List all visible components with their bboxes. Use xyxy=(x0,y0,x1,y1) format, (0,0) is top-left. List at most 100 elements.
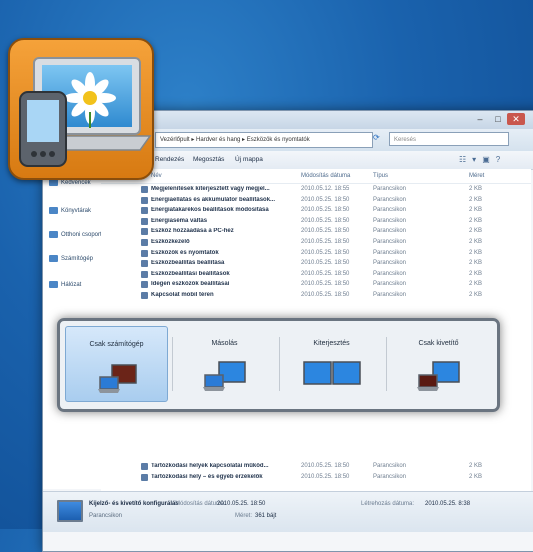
details-created-value: 2010.05.25. 8:38 xyxy=(425,501,471,507)
col-size[interactable]: Méret xyxy=(469,173,484,179)
file-type: Parancsikon xyxy=(373,217,407,224)
file-row[interactable]: Eszközkezelő 2010.05.25. 18:50 Parancsikon… xyxy=(101,237,531,248)
shortcut-icon xyxy=(141,207,148,215)
file-name: Eszközbeállítási beállítások xyxy=(151,270,230,277)
view-icons[interactable]: ☷▾▣? xyxy=(459,155,506,164)
file-row[interactable]: Eszköz hozzáadása a PC-hez 2010.05.25. 18… xyxy=(101,226,531,237)
file-date: 2010.05.25. 18:50 xyxy=(301,228,350,235)
file-size: 2 KB xyxy=(469,238,483,245)
file-date: 2010.05.25. 18:50 xyxy=(301,281,350,288)
duplicate-icon xyxy=(203,361,246,391)
organize-button[interactable]: Rendezés xyxy=(155,156,184,163)
close-button[interactable]: ✕ xyxy=(507,113,525,125)
shortcut-icon xyxy=(141,281,148,289)
file-row[interactable]: Eszközbeállítási beállítások 2010.05.25. … xyxy=(101,269,531,280)
option-computer-only[interactable]: Csak számítógép xyxy=(65,326,168,402)
extend-icon xyxy=(303,361,361,385)
file-type: Parancsikon xyxy=(373,291,407,298)
nav-item-network[interactable]: Hálózat xyxy=(49,281,81,288)
file-name: Megjelenítések kiterjesztett vagy megjel… xyxy=(151,186,270,192)
file-date: 2010.05.25. 18:50 xyxy=(301,260,350,267)
file-name: Energiaséma váltás xyxy=(151,217,208,224)
file-date: 2010.05.25. 18:50 xyxy=(301,207,350,214)
shortcut-icon xyxy=(141,217,148,225)
file-size: 2 KB xyxy=(469,270,483,277)
file-name: Energiatakarékos beállítások módosítása xyxy=(151,207,269,214)
file-type: Parancsikon xyxy=(373,463,407,469)
nav-item-homegroup[interactable]: Otthoni csoport xyxy=(49,231,102,238)
search-input[interactable]: Keresés xyxy=(389,132,509,146)
option-extend[interactable]: Kiterjesztés xyxy=(280,326,383,402)
shortcut-icon xyxy=(141,463,148,470)
file-date: 2010.05.25. 18:50 xyxy=(301,238,350,245)
file-size: 2 KB xyxy=(469,281,483,288)
file-type: Parancsikon xyxy=(373,249,407,256)
option-projector-only[interactable]: Csak kivetítő xyxy=(387,326,490,402)
project-display-switcher: Csak számítógép Másolás Kiterjesztés Csa… xyxy=(57,318,500,412)
file-name: Eszközbeállítás beállítása xyxy=(151,260,225,267)
file-size: 2 KB xyxy=(469,207,483,214)
file-date: 2010.05.25. 18:50 xyxy=(301,463,350,469)
file-type: Parancsikon xyxy=(373,196,407,203)
file-row[interactable]: Tartózkodási helyek kapcsolatai működ...… xyxy=(101,461,531,472)
file-type: Parancsikon xyxy=(373,186,407,192)
file-type: Parancsikon xyxy=(373,270,407,277)
nav-item-libraries[interactable]: Könyvtárak xyxy=(49,207,91,214)
shortcut-icon xyxy=(141,228,148,236)
file-name: Tartózkodási hely – és egyéb érzékelők xyxy=(151,473,263,480)
file-date: 2010.05.25. 18:50 xyxy=(301,270,350,277)
shortcut-icon xyxy=(141,260,148,268)
file-row[interactable]: Energiaellátás és akkumulátor beállításo… xyxy=(101,195,531,206)
mobility-center-app-icon[interactable] xyxy=(8,38,154,180)
network-icon xyxy=(49,281,58,288)
file-name: Kapcsolat mobil téren xyxy=(151,291,214,298)
file-size: 2 KB xyxy=(469,196,483,203)
refresh-icon[interactable]: ⟳ xyxy=(373,133,380,142)
file-date: 2010.05.25. 18:50 xyxy=(301,217,350,224)
file-date: 2010.05.25. 18:50 xyxy=(301,196,350,203)
nav-item-computer[interactable]: Számítógép xyxy=(49,255,93,262)
col-type[interactable]: Típus xyxy=(373,173,388,179)
file-size: 2 KB xyxy=(469,291,483,298)
minimize-button[interactable]: – xyxy=(471,113,489,125)
shortcut-icon xyxy=(141,270,148,278)
share-button[interactable]: Megosztás xyxy=(193,156,224,163)
file-name: Eszköz hozzáadása a PC-hez xyxy=(151,228,234,235)
file-row[interactable]: Eszközbeállítás beállítása 2010.05.25. 18… xyxy=(101,258,531,269)
shortcut-icon xyxy=(141,473,148,481)
file-size: 2 KB xyxy=(469,463,483,469)
file-row[interactable]: Tartózkodási hely – és egyéb érzékelők 20… xyxy=(101,472,531,483)
new-folder-button[interactable]: Új mappa xyxy=(235,156,263,163)
option-duplicate[interactable]: Másolás xyxy=(173,326,276,402)
file-row[interactable]: Kapcsolat mobil téren 2010.05.25. 18:50 Pa… xyxy=(101,290,531,301)
file-type: Parancsikon xyxy=(373,228,407,235)
file-size: 2 KB xyxy=(469,217,483,224)
file-row[interactable]: Megjelenítések kiterjesztett vagy megjel… xyxy=(101,184,531,195)
file-size: 2 KB xyxy=(469,249,483,256)
maximize-button[interactable]: □ xyxy=(489,113,507,125)
shortcut-icon xyxy=(141,291,148,299)
col-date[interactable]: Módosítás dátuma xyxy=(301,173,350,179)
computer-only-icon xyxy=(98,364,137,393)
file-row[interactable]: Eszközök és nyomtatók 2010.05.25. 18:50 Pa… xyxy=(101,248,531,259)
file-date: 2010.05.25. 18:50 xyxy=(301,291,350,298)
details-created-label: Létrehozás dátuma: xyxy=(361,501,415,507)
file-row[interactable]: Energiatakarékos beállítások módosítása 2… xyxy=(101,205,531,216)
details-size-value: 361 bájt xyxy=(255,513,277,519)
file-name: Idegen eszközök beállításai xyxy=(151,281,230,288)
file-size: 2 KB xyxy=(469,260,483,267)
file-type: Parancsikon xyxy=(373,473,407,480)
details-modified-value: 2010.05.25. 18:50 xyxy=(217,501,266,507)
file-row[interactable]: Idegen eszközök beállításai 2010.05.25. 1… xyxy=(101,279,531,290)
shortcut-icon xyxy=(141,196,148,204)
file-row[interactable]: Energiaséma váltás 2010.05.25. 18:50 Paran… xyxy=(101,216,531,227)
address-bar[interactable]: Vezérlőpult ▸ Hardver és hang ▸ Eszközök… xyxy=(155,132,373,148)
homegroup-icon xyxy=(49,231,58,238)
details-type: Parancsikon xyxy=(89,513,123,519)
details-name: Kijelző- és kivetítő konfigurálás xyxy=(89,501,179,507)
col-name[interactable]: Név xyxy=(151,173,162,179)
computer-icon xyxy=(49,255,58,262)
file-size: 2 KB xyxy=(469,473,483,480)
file-type: Parancsikon xyxy=(373,238,407,245)
file-size: 2 KB xyxy=(469,228,483,235)
